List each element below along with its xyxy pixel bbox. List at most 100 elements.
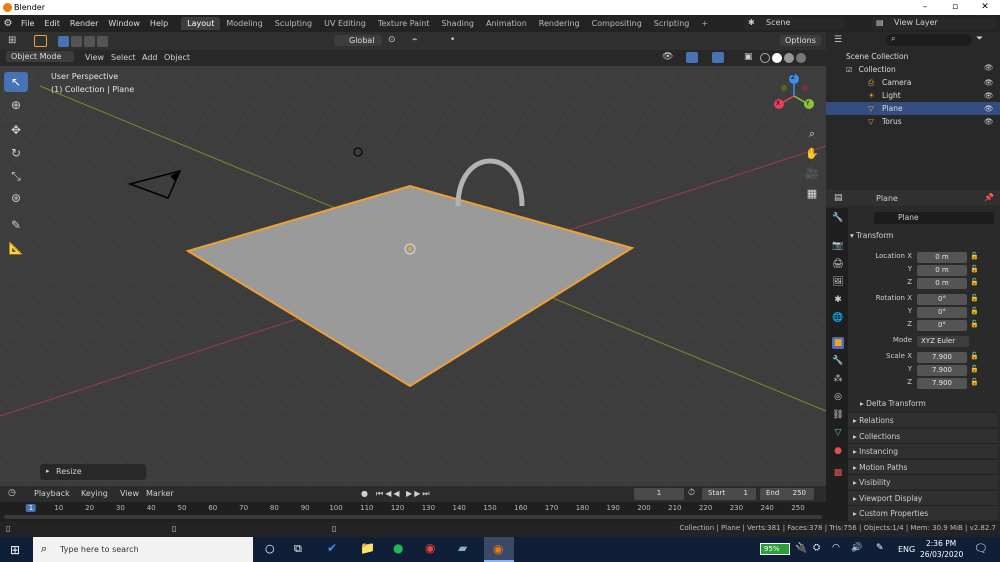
panel-viewport-display[interactable]: ▸ Viewport Display xyxy=(848,489,998,505)
panel-motion-paths[interactable]: ▸ Motion Paths xyxy=(848,458,998,474)
xray-icon[interactable]: ▣ xyxy=(744,52,753,62)
navigation-gizmo[interactable]: Z X Y xyxy=(772,74,816,118)
end-frame-field[interactable]: End 250 xyxy=(760,488,814,500)
menu-file[interactable]: File xyxy=(16,19,39,28)
panel-collections[interactable]: ▸ Collections xyxy=(848,427,998,443)
object-tab-icon[interactable]: ■ xyxy=(832,337,844,349)
rotation-y-field[interactable]: 0° xyxy=(917,307,967,318)
delta-transform-panel[interactable]: ▸ Delta Transform xyxy=(848,396,998,411)
outliner-item-plane[interactable]: ▽ Plane 👁 xyxy=(826,102,1000,115)
properties-editor-icon[interactable]: ▤ xyxy=(834,193,843,203)
cursor-tool-icon[interactable]: ⊕ xyxy=(4,95,28,115)
pen-icon[interactable]: ✎ xyxy=(876,543,884,553)
editor-type-icon[interactable]: ⊞ xyxy=(8,35,16,46)
close-button[interactable]: ✕ xyxy=(970,0,1000,15)
transform-orientation-dropdown[interactable]: Global xyxy=(334,35,382,46)
location-x-field[interactable]: 0 m xyxy=(917,252,967,263)
outliner-collection[interactable]: ☑ Collection xyxy=(826,63,1000,76)
visibility-eye-icon[interactable]: 👁 xyxy=(984,115,994,128)
wireframe-shading-icon[interactable] xyxy=(760,53,770,63)
snap-icon[interactable]: ⌁ xyxy=(412,35,417,45)
rotation-mode-dropdown[interactable]: XYZ Euler xyxy=(917,336,969,347)
chrome-icon[interactable]: ◉ xyxy=(425,541,435,555)
outliner-search-input[interactable]: ⌕ xyxy=(886,34,972,46)
wifi-icon[interactable]: ◠ xyxy=(832,543,840,553)
menu-object[interactable]: Object xyxy=(164,53,190,62)
material-shading-icon[interactable] xyxy=(784,53,794,63)
camera-view-icon[interactable]: 🎥 xyxy=(802,164,822,184)
lock-icon[interactable]: 🔓 xyxy=(970,378,979,386)
render-tab-icon[interactable]: 📷 xyxy=(832,240,844,252)
volume-icon[interactable]: 🔊 xyxy=(851,543,862,553)
menu-select[interactable]: Select xyxy=(111,53,136,62)
outliner-item-torus[interactable]: ▽ Torus 👁 xyxy=(826,115,1000,128)
particles-tab-icon[interactable]: ⁂ xyxy=(832,373,844,385)
transform-panel-header[interactable]: ▾ Transform xyxy=(850,231,893,240)
constraints-tab-icon[interactable]: ⛓ xyxy=(832,409,844,421)
last-operator-panel[interactable]: ▸ Resize xyxy=(40,464,146,480)
scene-tab-icon[interactable]: ✱ xyxy=(832,294,844,306)
outliner-item-camera[interactable]: ⎙ Camera 👁 xyxy=(826,76,1000,89)
todo-app-icon[interactable]: ✔ xyxy=(327,541,337,555)
location-z-field[interactable]: 0 m xyxy=(917,278,967,289)
texture-tab-icon[interactable]: ▩ xyxy=(832,467,844,479)
tool-tab-icon[interactable]: 🔧 xyxy=(832,212,844,224)
location-y-field[interactable]: 0 m xyxy=(917,265,967,276)
scale-y-field[interactable]: 7.900 xyxy=(917,365,967,376)
file-explorer-icon[interactable]: 📁 xyxy=(360,541,375,555)
lock-icon[interactable]: 🔓 xyxy=(970,352,979,360)
panel-relations[interactable]: ▸ Relations xyxy=(848,412,998,427)
select-tool-icon[interactable]: ↖ xyxy=(4,72,28,92)
blender-menu-icon[interactable]: ⚙ xyxy=(0,18,16,29)
object-name-field[interactable]: Plane xyxy=(874,212,994,224)
mode-subtract-icon[interactable] xyxy=(84,36,95,47)
rotation-x-field[interactable]: 0° xyxy=(917,294,967,305)
task-view-icon[interactable]: ⧉ xyxy=(294,542,302,556)
taskbar-search-input[interactable]: ⌕ Type here to search xyxy=(33,537,253,562)
notifications-icon[interactable]: 🗨 xyxy=(974,542,988,555)
mode-invert-icon[interactable] xyxy=(97,36,108,47)
record-icon[interactable]: ● xyxy=(361,489,368,498)
overlay-toggle-icon[interactable] xyxy=(712,52,724,63)
transform-tool-icon[interactable]: ⊛ xyxy=(4,188,28,208)
mode-extend-icon[interactable] xyxy=(71,36,82,47)
rotation-z-field[interactable]: 0° xyxy=(917,320,967,331)
tab-scripting[interactable]: Scripting xyxy=(648,17,696,30)
windows-start-icon[interactable]: ⊞ xyxy=(10,543,20,557)
timeline-ruler[interactable]: 1 10 20 30 40 50 60 70 80 90 100 110 120 130 140 150 160… xyxy=(0,502,826,521)
timeline-scrollbar[interactable] xyxy=(4,515,822,519)
select-box-icon[interactable] xyxy=(34,35,47,47)
menu-help[interactable]: Help xyxy=(145,19,173,28)
stopwatch-icon[interactable]: ⏱ xyxy=(688,488,695,498)
scene-selector[interactable]: ✱ Scene xyxy=(744,17,844,30)
cortana-icon[interactable]: ○ xyxy=(265,542,275,555)
start-frame-field[interactable]: Start 1 xyxy=(702,488,756,500)
scale-x-field[interactable]: 7.900 xyxy=(917,352,967,363)
visibility-eye-icon[interactable]: 👁 xyxy=(984,102,994,115)
menu-view[interactable]: View xyxy=(85,53,104,62)
tab-modeling[interactable]: Modeling xyxy=(220,17,268,30)
visibility-eye-icon[interactable]: 👁 xyxy=(984,76,994,89)
menu-keying[interactable]: Keying xyxy=(81,489,108,498)
menu-window[interactable]: Window xyxy=(103,19,145,28)
solid-shading-icon[interactable] xyxy=(772,53,782,63)
pan-hand-icon[interactable]: ✋ xyxy=(802,144,822,164)
menu-edit[interactable]: Edit xyxy=(39,19,65,28)
outliner-item-light[interactable]: ☀ Light 👁 xyxy=(826,89,1000,102)
gizmo-toggle-icon[interactable] xyxy=(686,52,698,63)
menu-timeline-view[interactable]: View xyxy=(120,489,139,498)
playback-controls-icon[interactable]: ⏮◀◀ ▶▶⏭ xyxy=(376,489,432,499)
perspective-toggle-icon[interactable]: ▦ xyxy=(802,184,822,204)
tab-uv-editing[interactable]: UV Editing xyxy=(318,17,372,30)
panel-instancing[interactable]: ▸ Instancing xyxy=(848,443,998,458)
add-workspace-icon[interactable]: + xyxy=(695,17,714,30)
lock-icon[interactable]: 🔓 xyxy=(970,278,979,286)
panel-custom-properties[interactable]: ▸ Custom Properties xyxy=(848,505,998,520)
options-dropdown[interactable]: Options xyxy=(780,35,821,46)
visibility-icon[interactable]: 👁 xyxy=(662,52,673,62)
physics-tab-icon[interactable]: ◎ xyxy=(832,391,844,403)
menu-marker[interactable]: Marker xyxy=(146,489,174,498)
power-icon[interactable]: 🔌 xyxy=(795,543,807,554)
tab-sculpting[interactable]: Sculpting xyxy=(269,17,318,30)
lock-icon[interactable]: 🔓 xyxy=(970,265,979,273)
